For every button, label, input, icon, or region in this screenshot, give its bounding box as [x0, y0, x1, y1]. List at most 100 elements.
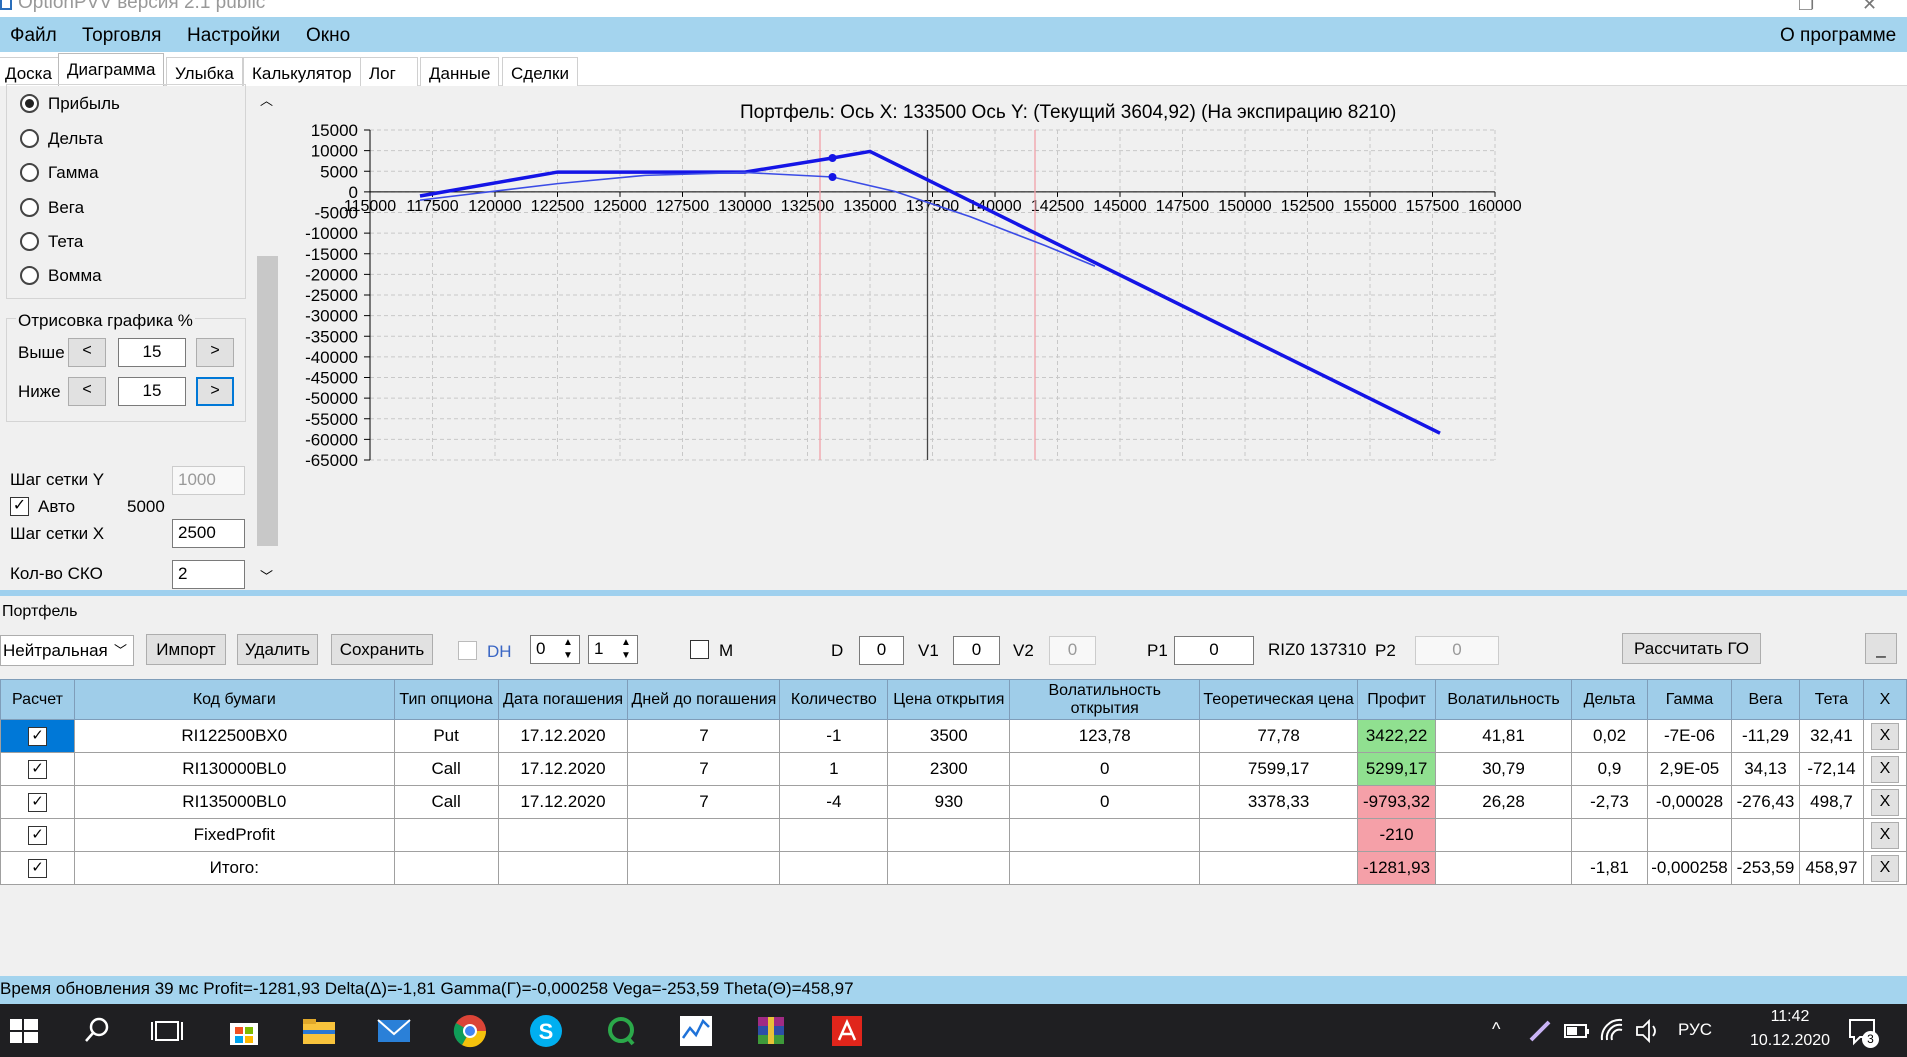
table-row[interactable]: ✓ RI130000BL0 Call 17.12.2020 7 1 2300 0 7599,17…: [0, 752, 1907, 786]
col-qty[interactable]: Количество: [779, 679, 889, 720]
col-date[interactable]: Дата погашения: [497, 679, 629, 720]
calc-checkbox[interactable]: ✓: [27, 793, 47, 812]
restore-icon[interactable]: ❐: [1798, 0, 1814, 15]
col-theo-price[interactable]: Теоретическая цена: [1199, 679, 1359, 720]
table-row[interactable]: ✓ RI122500BX0 Put 17.12.2020 7 -1 3500 123,78 77…: [0, 719, 1907, 753]
remove-row-button[interactable]: X: [1870, 821, 1899, 849]
m-checkbox[interactable]: [690, 640, 709, 659]
minimize-panel-button[interactable]: _: [1865, 633, 1897, 664]
col-vega[interactable]: Вега: [1730, 679, 1800, 720]
tab-calculator[interactable]: Калькулятор: [243, 57, 361, 86]
col-open-vol[interactable]: Волатильность открытия: [1009, 679, 1201, 720]
calc-cell[interactable]: ✓: [0, 785, 75, 819]
windows-start-icon[interactable]: [6, 1012, 44, 1050]
above-decrease-button[interactable]: <: [68, 338, 106, 367]
radio-gamma[interactable]: [20, 163, 39, 182]
scroll-down-icon[interactable]: ﹀: [260, 566, 273, 585]
tab-data[interactable]: Данные: [420, 57, 500, 86]
col-profit[interactable]: Профит: [1357, 679, 1437, 720]
tab-smile[interactable]: Улыбка: [166, 57, 243, 86]
v2-input[interactable]: 0: [1049, 636, 1096, 665]
d-input[interactable]: 0: [859, 636, 904, 665]
remove-row-button[interactable]: X: [1870, 854, 1899, 882]
below-increase-button[interactable]: >: [196, 377, 234, 406]
tab-board[interactable]: Доска: [0, 57, 61, 86]
remove-row-button[interactable]: X: [1870, 755, 1899, 783]
sko-input[interactable]: 2: [172, 560, 245, 589]
remove-row-button[interactable]: X: [1870, 788, 1899, 816]
tab-log[interactable]: Лог: [360, 57, 418, 86]
task-view-icon[interactable]: [148, 1012, 186, 1050]
col-calc[interactable]: Расчет: [0, 679, 75, 720]
spin-1-arrows-icon[interactable]: ▲ ▼: [557, 636, 579, 664]
menu-file[interactable]: Файл: [10, 25, 57, 47]
pen-icon[interactable]: [1523, 1014, 1557, 1048]
col-code[interactable]: Код бумаги: [73, 679, 395, 720]
table-row[interactable]: ✓ RI135000BL0 Call 17.12.2020 7 -4 930 0 3378,33…: [0, 785, 1907, 819]
radio-vega[interactable]: [20, 198, 39, 217]
menu-about[interactable]: О программе: [1780, 25, 1896, 47]
calc-checkbox[interactable]: ✓: [27, 760, 47, 779]
scroll-thumb[interactable]: [257, 256, 278, 546]
payoff-chart[interactable]: 115000 117500 120000 122500 125000 127500 1300…: [280, 86, 1907, 590]
file-explorer-icon[interactable]: [300, 1012, 338, 1050]
calc-cell[interactable]: ✓: [0, 818, 75, 852]
above-increase-button[interactable]: >: [196, 338, 234, 367]
pdf-reader-icon[interactable]: [828, 1012, 866, 1050]
remove-row-button[interactable]: X: [1870, 722, 1899, 750]
calc-cell[interactable]: ✓: [0, 719, 75, 753]
col-days[interactable]: Дней до погашения: [627, 679, 781, 720]
calculate-go-button[interactable]: Рассчитать ГО: [1622, 633, 1761, 664]
col-open-price[interactable]: Цена открытия: [887, 679, 1011, 720]
clock-time[interactable]: 11:42: [1752, 1008, 1828, 1026]
above-input[interactable]: 15: [118, 338, 186, 367]
radio-theta[interactable]: [20, 232, 39, 251]
grid-y-input[interactable]: 1000: [172, 466, 245, 495]
chrome-icon[interactable]: [451, 1012, 489, 1050]
clock-date[interactable]: 10.12.2020: [1732, 1032, 1848, 1050]
v1-input[interactable]: 0: [953, 636, 1000, 665]
scroll-up-icon[interactable]: ︿: [260, 90, 273, 109]
battery-icon[interactable]: [1562, 1016, 1592, 1046]
grid-x-input[interactable]: 2500: [172, 519, 245, 548]
table-row[interactable]: ✓ FixedProfit -210 X: [0, 818, 1907, 852]
winrar-icon[interactable]: [752, 1012, 790, 1050]
col-type[interactable]: Тип опциона: [393, 679, 499, 720]
menu-settings[interactable]: Настройки: [187, 25, 280, 47]
search-icon[interactable]: [78, 1012, 116, 1050]
quik-icon[interactable]: [602, 1012, 640, 1050]
calc-checkbox[interactable]: ✓: [27, 826, 47, 845]
col-volatility[interactable]: Волатильность: [1435, 679, 1573, 720]
tray-expand-icon[interactable]: ^: [1492, 1019, 1500, 1040]
import-button[interactable]: Импорт: [146, 634, 226, 665]
calc-checkbox[interactable]: ✓: [27, 727, 47, 746]
spin-2-arrows-icon[interactable]: ▲ ▼: [615, 636, 637, 664]
menu-window[interactable]: Окно: [306, 25, 350, 47]
mail-icon[interactable]: [375, 1012, 413, 1050]
delete-button[interactable]: Удалить: [237, 634, 318, 665]
settings-scrollbar[interactable]: ︿ ﹀: [255, 86, 280, 590]
radio-profit[interactable]: [20, 94, 39, 113]
col-gamma[interactable]: Гамма: [1646, 679, 1732, 720]
p2-input[interactable]: 0: [1415, 636, 1499, 665]
tab-deals[interactable]: Сделки: [502, 57, 578, 86]
auto-checkbox[interactable]: ✓: [10, 497, 29, 516]
radio-vomma[interactable]: [20, 266, 39, 285]
dh-checkbox[interactable]: [458, 641, 477, 660]
chart-app-icon[interactable]: [677, 1012, 715, 1050]
p1-input[interactable]: 0: [1174, 636, 1254, 665]
menu-trading[interactable]: Торговля: [82, 25, 161, 47]
save-button[interactable]: Сохранить: [331, 634, 433, 665]
below-input[interactable]: 15: [118, 377, 186, 406]
store-icon[interactable]: [225, 1012, 263, 1050]
below-decrease-button[interactable]: <: [68, 377, 106, 406]
strategy-select[interactable]: Нейтральная ﹀: [0, 635, 134, 666]
close-icon[interactable]: ✕: [1862, 0, 1877, 15]
volume-icon[interactable]: [1633, 1016, 1663, 1046]
col-delta[interactable]: Дельта: [1571, 679, 1648, 720]
col-theta[interactable]: Тета: [1798, 679, 1864, 720]
wifi-icon[interactable]: [1598, 1016, 1628, 1046]
calc-cell[interactable]: ✓: [0, 752, 75, 786]
skype-icon[interactable]: S: [527, 1012, 565, 1050]
language-indicator[interactable]: РУС: [1678, 1020, 1712, 1040]
